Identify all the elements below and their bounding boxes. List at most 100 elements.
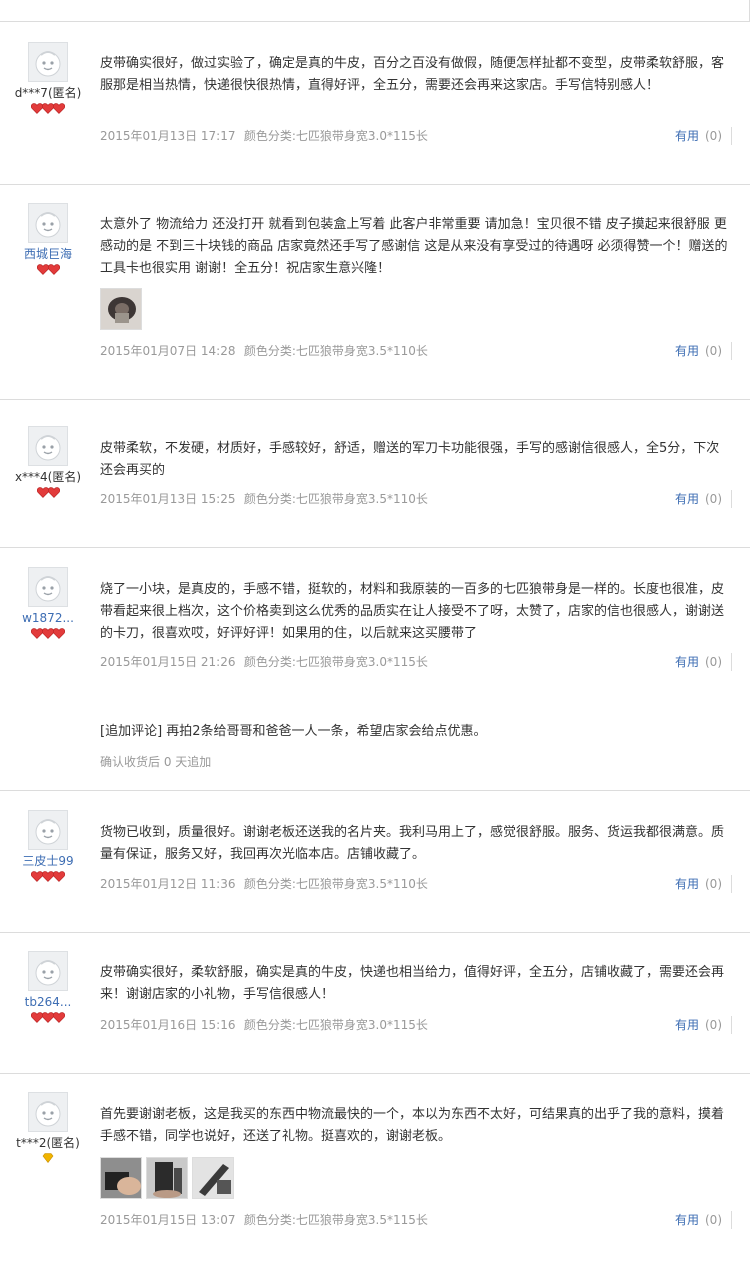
sku-info: 颜色分类:七匹狼带身宽3.0*115长 — [243, 655, 428, 669]
review-meta: 2015年01月15日 21:26 颜色分类:七匹狼带身宽3.0*115长 — [100, 654, 428, 670]
reviewer-name[interactable]: w1872... — [0, 610, 96, 626]
review-meta: 2015年01月13日 15:25 颜色分类:七匹狼带身宽3.5*110长 — [100, 491, 428, 507]
review-date: 2015年01月16日 15:16 — [100, 1018, 236, 1032]
review-item: tb264... 皮带确实很好，柔软舒服，确实是真的牛皮，快递也相当给力，值得好… — [0, 933, 750, 1074]
review-item: w1872... 烧了一小块，是真皮的，手感不错，挺软的，材料和我原装的一百多的… — [0, 548, 750, 791]
heart-icon — [53, 628, 65, 639]
review-text: 太意外了 物流给力 还没打开 就看到包装盒上写着 此客户非常重要 请加急！宝贝很… — [100, 217, 728, 276]
heart-icon — [47, 487, 60, 498]
heart-icon — [53, 103, 65, 114]
review-text: 首先要谢谢老板，这是我买的东西中物流最快的一个，本以为东西不太好，可结果真的出乎… — [100, 1107, 725, 1144]
top-divider — [0, 0, 750, 22]
reviewer: x***4(匿名) — [0, 426, 96, 499]
sku-info: 颜色分类:七匹狼带身宽3.5*110长 — [243, 877, 428, 891]
review-photos — [100, 1157, 238, 1201]
review-date: 2015年01月13日 15:25 — [100, 492, 236, 506]
useful-count: (0) — [705, 129, 722, 143]
sku-info: 颜色分类:七匹狼带身宽3.0*115长 — [243, 129, 428, 143]
useful-vote: 有用 (0) — [675, 876, 722, 892]
avatar[interactable] — [28, 1092, 68, 1132]
sku-info: 颜色分类:七匹狼带身宽3.5*115长 — [243, 1213, 428, 1227]
useful-count: (0) — [705, 344, 722, 358]
reviewer: 三皮士99 — [0, 810, 96, 883]
review-date: 2015年01月07日 14:28 — [100, 344, 236, 358]
useful-button[interactable]: 有用 — [675, 1213, 699, 1227]
reviewer-name: d***7(匿名) — [14, 86, 82, 100]
useful-count: (0) — [705, 655, 722, 669]
buyer-level-badge — [0, 487, 96, 499]
avatar[interactable] — [28, 426, 68, 466]
vertical-divider — [731, 342, 732, 360]
review-item: x***4(匿名) 皮带柔软，不发硬，材质好，手感较好，舒适，赠送的军刀卡功能很… — [0, 400, 750, 548]
avatar[interactable] — [28, 810, 68, 850]
review-photos — [100, 288, 146, 332]
reviewer: 西城巨海 — [0, 203, 96, 276]
heart-icon — [53, 871, 65, 882]
vertical-divider — [731, 1211, 732, 1229]
review-text: 皮带柔软，不发硬，材质好，手感较好，舒适，赠送的军刀卡功能很强，手写的感谢信很感… — [100, 441, 720, 478]
heart-icon — [53, 1012, 65, 1023]
avatar[interactable] — [28, 42, 68, 82]
useful-button[interactable]: 有用 — [675, 344, 699, 358]
useful-count: (0) — [705, 1018, 722, 1032]
vertical-divider — [731, 490, 732, 508]
useful-vote: 有用 (0) — [675, 1017, 722, 1033]
buyer-level-badge — [0, 264, 96, 276]
review-item: d***7(匿名) 皮带确实很好，做过实验了，确定是真的牛皮，百分之百没有做假，… — [0, 23, 750, 185]
reviewer: d***7(匿名) — [0, 42, 96, 115]
sku-info: 颜色分类:七匹狼带身宽3.5*110长 — [243, 344, 428, 358]
buyer-level-badge — [0, 1153, 96, 1165]
review-item: 三皮士99 货物已收到，质量很好。谢谢老板还送我的名片夹。我利马用上了，感觉很舒… — [0, 791, 750, 933]
useful-button[interactable]: 有用 — [675, 492, 699, 506]
buyer-level-badge — [0, 1012, 96, 1024]
vertical-divider — [731, 875, 732, 893]
reviewer-name: x***4(匿名) — [14, 470, 82, 484]
avatar[interactable] — [28, 567, 68, 607]
heart-icon — [47, 264, 60, 275]
review-item: t***2(匿名) 首先要谢谢老板，这是我买的东西中物流最快的一个，本以为东西不… — [0, 1074, 750, 1267]
avatar[interactable] — [28, 951, 68, 991]
belt-photo[interactable] — [100, 288, 142, 330]
useful-button[interactable]: 有用 — [675, 877, 699, 891]
useful-count: (0) — [705, 877, 722, 891]
sku-info: 颜色分类:七匹狼带身宽3.5*110长 — [243, 492, 428, 506]
reviewer: t***2(匿名) — [0, 1092, 96, 1165]
useful-count: (0) — [705, 492, 722, 506]
buyer-level-badge — [0, 871, 96, 883]
useful-vote: 有用 (0) — [675, 654, 722, 670]
review-date: 2015年01月15日 21:26 — [100, 655, 236, 669]
append-review-text: [追加评论] 再拍2条给哥哥和爸爸一人一条，希望店家会给点优惠。 — [100, 724, 487, 739]
reviewer-name[interactable]: 西城巨海 — [0, 246, 96, 262]
useful-vote: 有用 (0) — [675, 1212, 722, 1228]
reviewer: w1872... — [0, 567, 96, 640]
useful-count: (0) — [705, 1213, 722, 1227]
buyer-level-badge — [0, 103, 96, 115]
avatar[interactable] — [28, 203, 68, 243]
review-text: 皮带确实很好，做过实验了，确定是真的牛皮，百分之百没有做假，随便怎样扯都不变型，… — [100, 56, 725, 93]
box-photo[interactable] — [146, 1157, 188, 1199]
knife-photo[interactable] — [192, 1157, 234, 1199]
vertical-divider — [731, 653, 732, 671]
vertical-divider — [731, 1016, 732, 1034]
review-meta: 2015年01月16日 15:16 颜色分类:七匹狼带身宽3.0*115长 — [100, 1017, 428, 1033]
append-review-meta: 确认收货后 0 天追加 — [100, 755, 212, 769]
review-text: 皮带确实很好，柔软舒服，确实是真的牛皮，快递也相当给力，值得好评，全五分，店铺收… — [100, 965, 725, 1002]
useful-vote: 有用 (0) — [675, 343, 722, 359]
useful-button[interactable]: 有用 — [675, 129, 699, 143]
useful-vote: 有用 (0) — [675, 491, 722, 507]
useful-button[interactable]: 有用 — [675, 1018, 699, 1032]
review-list: d***7(匿名) 皮带确实很好，做过实验了，确定是真的牛皮，百分之百没有做假，… — [0, 0, 750, 1267]
buyer-level-badge — [0, 628, 96, 640]
reviewer-name[interactable]: tb264... — [0, 994, 96, 1010]
reviewer-name: t***2(匿名) — [16, 1136, 80, 1150]
reviewer: tb264... — [0, 951, 96, 1024]
review-meta: 2015年01月07日 14:28 颜色分类:七匹狼带身宽3.5*110长 — [100, 343, 428, 359]
review-date: 2015年01月12日 11:36 — [100, 877, 236, 891]
review-date: 2015年01月15日 13:07 — [100, 1213, 236, 1227]
useful-vote: 有用 (0) — [675, 128, 722, 144]
sku-info: 颜色分类:七匹狼带身宽3.0*115长 — [243, 1018, 428, 1032]
review-meta: 2015年01月13日 17:17 颜色分类:七匹狼带身宽3.0*115长 — [100, 128, 428, 144]
useful-button[interactable]: 有用 — [675, 655, 699, 669]
reviewer-name[interactable]: 三皮士99 — [0, 853, 96, 869]
hand-photo[interactable] — [100, 1157, 142, 1199]
